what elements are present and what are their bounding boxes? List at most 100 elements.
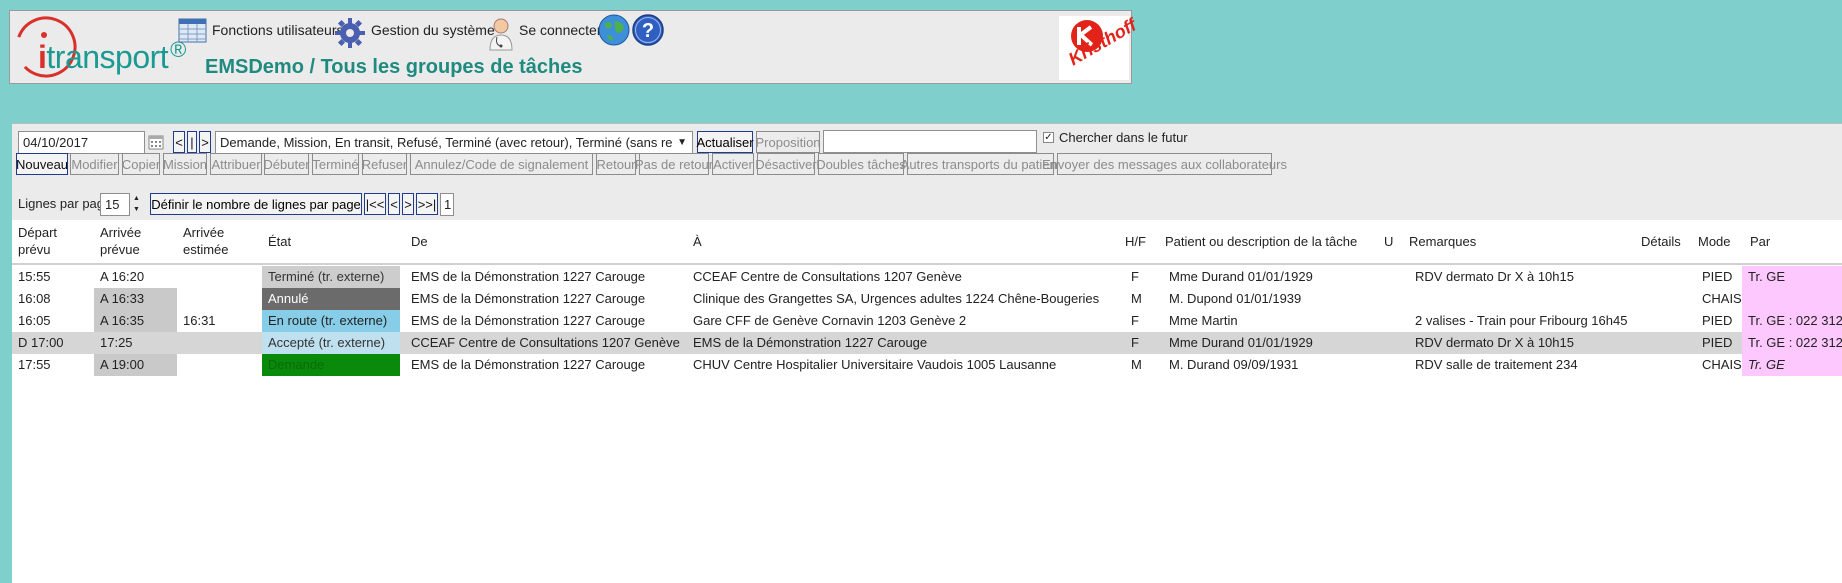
prev-page-button[interactable]: < xyxy=(388,193,400,215)
cell-par xyxy=(1742,288,1842,310)
cell-details xyxy=(1641,332,1696,354)
cell-patient: M. Durand 09/09/1931 xyxy=(1169,357,1299,372)
table-row[interactable]: 16:05 A 16:35 16:31 En route (tr. externe) E… xyxy=(12,310,1842,332)
cell-a: EMS de la Démonstration 1227 Carouge xyxy=(693,335,928,350)
assign-button[interactable]: Attribuer xyxy=(210,153,262,175)
cell-de: EMS de la Démonstration 1227 Carouge xyxy=(411,269,646,284)
new-button[interactable]: Nouveau xyxy=(16,153,68,175)
table-row[interactable]: 16:08 A 16:33 Annulé EMS de la Démonstratio… xyxy=(12,288,1842,310)
col-estimee[interactable]: Arrivée estimée xyxy=(183,224,229,258)
edit-button[interactable]: Modifier xyxy=(70,153,119,175)
cell-depart: 15:55 xyxy=(18,269,51,284)
col-arrivee[interactable]: Arrivée prévue xyxy=(100,224,141,258)
future-search-checkbox[interactable]: ✓ xyxy=(1043,132,1054,143)
cell-arrivee: A 19:00 xyxy=(94,354,177,376)
prev-day-button[interactable]: < xyxy=(173,131,185,153)
col-hf[interactable]: H/F xyxy=(1125,233,1146,250)
cell-estimee xyxy=(177,354,262,376)
last-page-button[interactable]: >>| xyxy=(416,193,438,215)
next-page-button[interactable]: > xyxy=(402,193,414,215)
proposal-button[interactable]: Proposition xyxy=(755,131,821,153)
mission-button[interactable]: Mission xyxy=(163,153,207,175)
cell-de: EMS de la Démonstration 1227 Carouge xyxy=(411,313,646,328)
col-mode[interactable]: Mode xyxy=(1698,233,1731,250)
menu-user-functions[interactable]: Fonctions utilisateurs xyxy=(178,17,344,51)
cell-depart: 16:05 xyxy=(18,313,51,328)
cancel-report-code-button[interactable]: Annulez/Code de signalement xyxy=(410,153,593,175)
page-title: EMSDemo / Tous les groupes de tâches xyxy=(205,56,583,78)
cell-a: Gare CFF de Genève Cornavin 1203 Genève … xyxy=(693,313,967,328)
menu-login[interactable]: Se connecter xyxy=(487,17,602,51)
col-u[interactable]: U xyxy=(1384,233,1393,250)
cell-u xyxy=(1385,354,1409,376)
finished-button[interactable]: Terminé xyxy=(312,153,359,175)
col-depart[interactable]: Départ prévu xyxy=(18,224,57,258)
today-button[interactable]: | xyxy=(187,131,197,153)
first-page-button[interactable]: |<< xyxy=(364,193,386,215)
lines-per-page-input[interactable]: 15 xyxy=(100,193,130,216)
globe-icon[interactable] xyxy=(597,13,631,50)
cell-de: CCEAF Centre de Consultations 1207 Genèv… xyxy=(411,335,680,350)
cell-u xyxy=(1385,266,1409,288)
cell-hf: F xyxy=(1131,313,1139,328)
activate-button[interactable]: Activer xyxy=(712,153,754,175)
copy-button[interactable]: Copier xyxy=(122,153,160,175)
menu-system-management[interactable]: Gestion du système xyxy=(333,17,495,51)
table-row[interactable]: D 17:00 17:25 Accepté (tr. externe) CCEAF C… xyxy=(12,332,1842,354)
col-remarques[interactable]: Remarques xyxy=(1409,233,1476,250)
table-row[interactable]: 17:55 A 19:00 Demande EMS de la Démonstrati… xyxy=(12,354,1842,376)
help-icon[interactable]: ? xyxy=(631,13,665,50)
app-header: itransport® Fonctions utilisateurs Gesti… xyxy=(9,10,1140,84)
table-row[interactable]: 15:55 A 16:20 Terminé (tr. externe) EMS de … xyxy=(12,266,1842,288)
cell-details xyxy=(1641,354,1696,376)
status-filter-value: Demande, Mission, En transit, Refusé, Te… xyxy=(220,135,672,150)
cell-etat: En route (tr. externe) xyxy=(262,310,400,332)
set-lines-per-page-button[interactable]: Définir le nombre de lignes par page xyxy=(150,193,362,215)
col-a[interactable]: À xyxy=(693,233,702,250)
cell-patient: Mme Durand 01/01/1929 xyxy=(1169,269,1313,284)
col-details[interactable]: Détails xyxy=(1641,233,1681,250)
cell-depart: D 17:00 xyxy=(18,335,64,350)
col-de[interactable]: De xyxy=(411,233,428,250)
refuse-button[interactable]: Refuser xyxy=(362,153,407,175)
cell-arrivee: A 16:20 xyxy=(100,269,145,284)
no-return-button[interactable]: Pas de retour xyxy=(635,153,713,175)
duplicate-tasks-button[interactable]: Doubles tâches xyxy=(816,153,906,175)
search-input[interactable] xyxy=(823,130,1037,153)
cell-par: Tr. GE xyxy=(1742,354,1842,376)
cell-remarques: RDV dermato Dr X à 10h15 xyxy=(1415,335,1574,350)
cell-depart: 16:08 xyxy=(18,291,51,306)
cell-estimee xyxy=(177,288,262,310)
menu-user-functions-label: Fonctions utilisateurs xyxy=(212,22,344,38)
refresh-button[interactable]: Actualiser xyxy=(696,131,754,153)
start-button[interactable]: Débuter xyxy=(263,153,310,175)
cell-de: EMS de la Démonstration 1227 Carouge xyxy=(411,291,646,306)
cell-a: CCEAF Centre de Consultations 1207 Genèv… xyxy=(693,269,962,284)
cell-patient: M. Dupond 01/01/1939 xyxy=(1169,291,1302,306)
col-par[interactable]: Par xyxy=(1750,233,1770,250)
spinner-icon[interactable]: ▲ ▼ xyxy=(133,193,140,215)
logo-wordmark: transport xyxy=(46,39,169,75)
cell-par: Tr. GE : 022 312 21 xyxy=(1742,332,1842,354)
cell-mode: PIED xyxy=(1702,269,1733,284)
calendar-icon[interactable] xyxy=(148,134,164,153)
cell-u xyxy=(1385,310,1409,332)
gear-icon xyxy=(333,17,367,52)
cell-arrivee: A 16:33 xyxy=(94,288,177,310)
cell-u xyxy=(1385,288,1409,310)
kristhoff-logo: Kristhoff xyxy=(1059,15,1140,80)
send-messages-button[interactable]: Envoyer des messages aux collaborateurs xyxy=(1042,153,1287,175)
deactivate-button[interactable]: Désactiver xyxy=(755,153,817,175)
col-etat[interactable]: État xyxy=(268,233,291,250)
date-input[interactable]: 04/10/2017 xyxy=(18,131,145,154)
cell-details xyxy=(1641,288,1696,310)
cell-estimee xyxy=(177,266,262,288)
next-day-button[interactable]: > xyxy=(199,131,211,153)
other-patient-transports-button[interactable]: Autres transports du patient xyxy=(901,153,1060,175)
return-button[interactable]: Retour xyxy=(596,153,636,175)
chevron-down-icon: ▼ xyxy=(677,137,687,148)
status-filter-select[interactable]: Demande, Mission, En transit, Refusé, Te… xyxy=(215,131,693,154)
col-patient[interactable]: Patient ou description de la tâche xyxy=(1165,233,1357,250)
cell-hf: M xyxy=(1131,357,1142,372)
cell-mode: PIED xyxy=(1702,335,1733,350)
